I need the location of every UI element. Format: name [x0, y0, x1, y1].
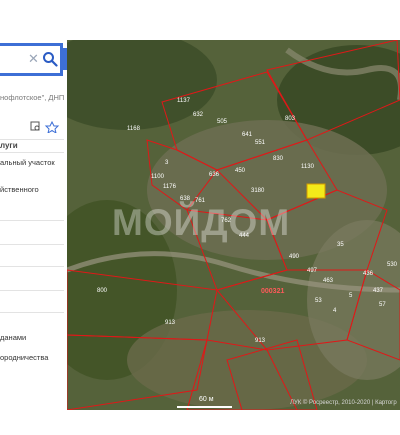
- bottom-strip: [0, 410, 400, 435]
- clear-icon[interactable]: ✕: [28, 52, 40, 66]
- watermark: МОЙДОМ: [112, 202, 291, 243]
- plot-label: 497: [307, 268, 318, 274]
- plot-label: 437: [373, 288, 384, 294]
- divider: [0, 266, 64, 267]
- plot-label: 641: [242, 132, 253, 138]
- plot-label: 530: [387, 262, 398, 268]
- plot-label: 1130: [301, 164, 315, 170]
- result-subtitle: нофлотское", ДНП: [0, 93, 65, 102]
- plot-label: 35: [337, 242, 344, 248]
- divider: [0, 244, 64, 245]
- list-item: альный участок: [0, 158, 55, 167]
- star-icon[interactable]: [44, 120, 60, 135]
- search-icon[interactable]: [42, 51, 58, 67]
- plot-label: 3180: [251, 188, 265, 194]
- plot-label: 632: [193, 112, 204, 118]
- list-item: йственного: [0, 185, 39, 194]
- plot-label: 1137: [177, 98, 191, 104]
- plot-label: 436: [363, 271, 374, 277]
- services-header: луги: [0, 141, 18, 150]
- panel-actions-icons: [30, 120, 60, 135]
- plot-label: 1168: [127, 126, 141, 132]
- search-bar: ✕: [0, 43, 63, 76]
- plot-label: 800: [97, 288, 108, 294]
- plot-label: 1176: [163, 184, 177, 190]
- search-input[interactable]: [0, 46, 26, 73]
- plot-label: 913: [255, 338, 266, 344]
- list-item: ородничества: [0, 353, 49, 362]
- cadastre-label: 000321: [261, 288, 284, 295]
- panel-actions: [30, 120, 60, 135]
- divider: [0, 139, 64, 140]
- plot-label: 803: [285, 116, 296, 122]
- plot-label: 913: [165, 320, 176, 326]
- plot-label: 450: [235, 168, 246, 174]
- plot-label: 505: [217, 119, 228, 125]
- divider: [0, 220, 64, 221]
- plot-label: 551: [255, 140, 266, 146]
- divider: [0, 312, 64, 313]
- plot-label: 490: [289, 254, 300, 260]
- search-box: ✕: [0, 46, 60, 73]
- plot-label: 1100: [151, 174, 165, 180]
- top-strip: [0, 0, 400, 40]
- plot-label: 53: [315, 298, 322, 304]
- scale-label: 60 м: [199, 396, 214, 403]
- plot-label: 57: [379, 302, 386, 308]
- divider: [0, 290, 64, 291]
- list-item: данами: [0, 333, 27, 342]
- plot-label: 463: [323, 278, 334, 284]
- plot-label: 636: [209, 172, 220, 178]
- selected-plot[interactable]: [306, 183, 326, 199]
- plot-label: 830: [273, 156, 284, 162]
- left-panel: нофлотское", ДНП луги альный участок йст…: [0, 40, 67, 410]
- map-attribution: ЛУК © Росреестр, 2010-2020 | Картогр: [290, 400, 397, 406]
- search-plot-icon[interactable]: [30, 121, 40, 131]
- divider: [0, 152, 64, 153]
